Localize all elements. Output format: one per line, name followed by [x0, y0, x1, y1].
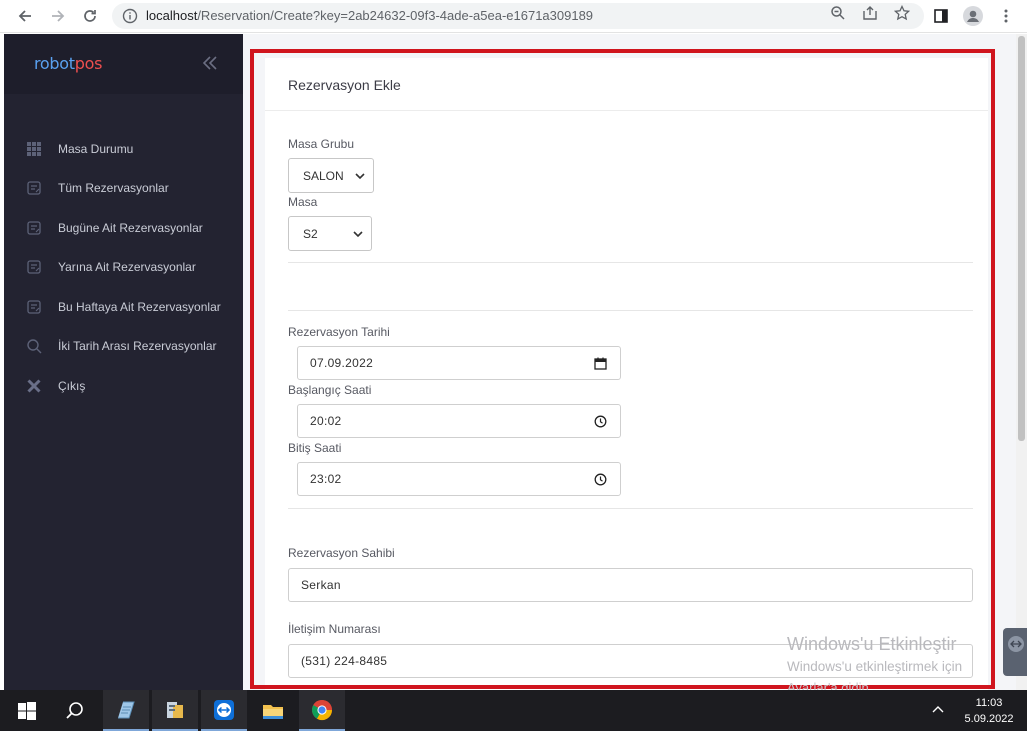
sidebar-item-cikis[interactable]: Çıkış	[4, 366, 243, 406]
avatar-icon	[963, 6, 983, 26]
server-app-icon	[167, 701, 183, 718]
sidebar-item-label: Yarına Ait Rezervasyonlar	[58, 260, 196, 275]
start-button[interactable]	[4, 690, 50, 731]
url-text: localhost/Reservation/Create?key=2ab2463…	[146, 8, 594, 23]
info-icon[interactable]	[122, 8, 138, 24]
sidebar-item-iki-tarih-arasi[interactable]: İki Tarih Arası Rezervasyonlar	[4, 327, 243, 367]
reservation-list-icon	[27, 181, 41, 195]
activation-watermark-text: Windows'u etkinleştirmek için	[787, 659, 963, 674]
page-scrollbar[interactable]	[1016, 34, 1027, 690]
address-bar[interactable]: localhost/Reservation/Create?key=2ab2463…	[112, 3, 924, 29]
sidebar-item-masa-durumu[interactable]: Masa Durumu	[4, 129, 243, 169]
activation-watermark-title: Windows'u Etkinleştir	[787, 634, 957, 654]
windows-taskbar: 11:03 5.09.2022	[0, 690, 1027, 731]
side-panel-icon	[934, 9, 948, 23]
bookmark-star-icon[interactable]	[894, 5, 910, 21]
sidebar-item-label: Tüm Rezervasyonlar	[58, 181, 169, 196]
sidebar-item-label: Masa Durumu	[58, 141, 134, 156]
taskbar-clock[interactable]: 11:03 5.09.2022	[955, 695, 1023, 727]
side-panel-button[interactable]	[930, 5, 952, 27]
close-icon	[27, 379, 41, 393]
search-icon	[27, 339, 42, 354]
collapse-sidebar-icon[interactable]	[201, 54, 219, 72]
sidebar-item-tum-rezervasyonlar[interactable]: Tüm Rezervasyonlar	[4, 169, 243, 209]
sidebar-item-label: İki Tarih Arası Rezervasyonlar	[58, 339, 217, 354]
kebab-menu-icon	[1004, 9, 1008, 23]
teamviewer-icon	[1008, 636, 1024, 652]
back-button[interactable]	[14, 5, 36, 27]
sidebar-item-bugune-ait[interactable]: Bugüne Ait Rezervasyonlar	[4, 208, 243, 248]
brand-bar: robotpos	[4, 34, 243, 94]
forward-button[interactable]	[47, 5, 69, 27]
clock-date: 5.09.2022	[964, 713, 1014, 725]
taskbar-app-file-explorer[interactable]	[250, 690, 296, 731]
activation-watermark-subtext: Ayarlar'a gidin.	[787, 680, 873, 690]
grid-icon	[27, 141, 41, 156]
taskbar-search-button[interactable]	[52, 690, 98, 731]
notepad-app-icon	[118, 701, 135, 718]
sidebar-item-yarina-ait[interactable]: Yarına Ait Rezervasyonlar	[4, 248, 243, 288]
sidebar-item-label: Bugüne Ait Rezervasyonlar	[58, 220, 203, 235]
tray-chevron-up-icon[interactable]	[930, 702, 946, 718]
remote-support-tab[interactable]	[1003, 628, 1027, 676]
sidebar-item-label: Bu Haftaya Ait Rezervasyonlar	[58, 299, 221, 314]
sidebar-menu: Masa Durumu Tüm Rezervasyonlar Bugüne Ai…	[4, 129, 243, 406]
browser-menu-button[interactable]	[995, 5, 1017, 27]
reload-icon	[84, 10, 96, 22]
forward-arrow-icon	[52, 10, 65, 22]
folder-icon	[263, 704, 283, 719]
taskbar-app-chrome[interactable]	[299, 690, 345, 731]
windows-logo-icon	[18, 701, 36, 720]
reload-button[interactable]	[79, 5, 101, 27]
taskbar-app-teamviewer[interactable]	[201, 690, 247, 731]
back-arrow-icon	[18, 10, 31, 22]
taskbar-app-server-manager[interactable]	[152, 690, 198, 731]
clock-time: 11:03	[975, 697, 1003, 709]
sidebar-item-label: Çıkış	[58, 378, 86, 393]
browser-toolbar: localhost/Reservation/Create?key=2ab2463…	[0, 0, 1027, 33]
reservation-list-icon	[27, 221, 41, 235]
robotpos-logo[interactable]: robotpos	[34, 54, 102, 73]
reservation-list-icon	[27, 300, 41, 314]
zoom-icon[interactable]	[830, 5, 846, 21]
profile-button[interactable]	[962, 5, 984, 27]
teamviewer-icon	[214, 699, 234, 720]
reservation-list-icon	[27, 260, 41, 274]
sidebar-item-bu-haftaya-ait[interactable]: Bu Haftaya Ait Rezervasyonlar	[4, 287, 243, 327]
sidebar: robotpos Masa Durumu Tüm Rezervasyonlar …	[4, 34, 243, 690]
red-highlight-frame	[250, 49, 995, 689]
chrome-icon	[312, 699, 333, 720]
scrollbar-thumb[interactable]	[1018, 36, 1025, 441]
search-icon	[66, 701, 83, 719]
share-icon[interactable]	[862, 5, 878, 21]
taskbar-app-notes[interactable]	[103, 690, 149, 731]
